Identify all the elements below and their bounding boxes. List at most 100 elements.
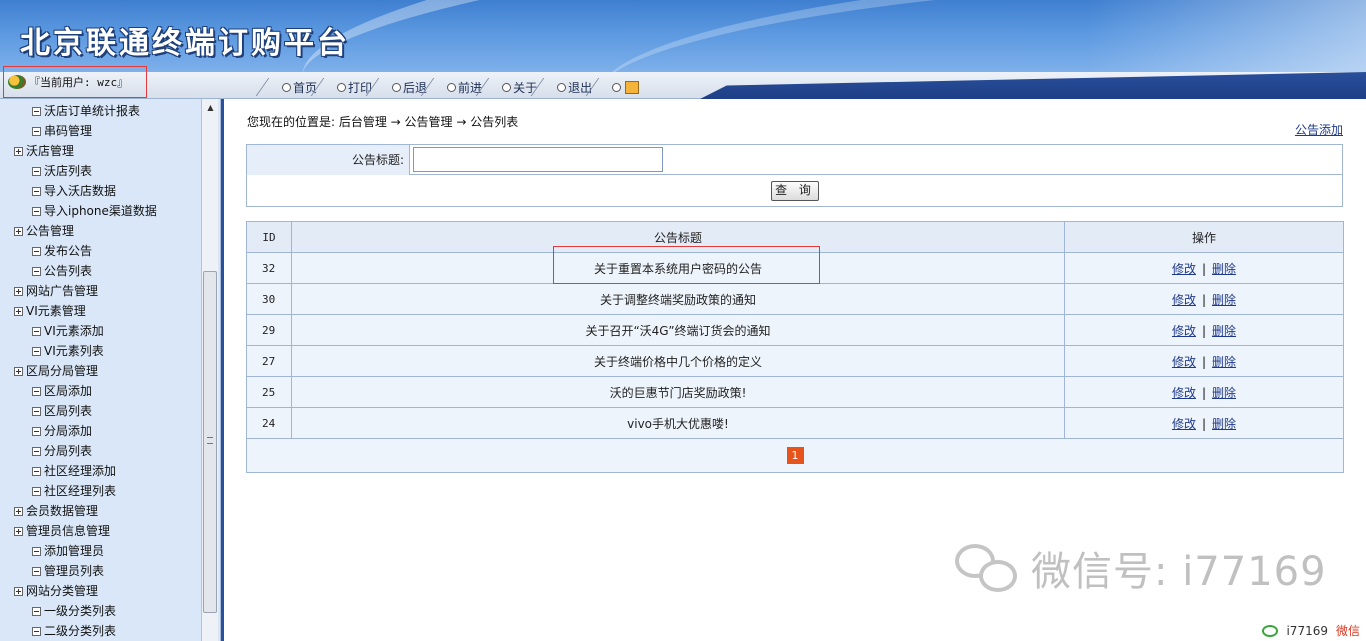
search-panel: 公告标题: 查 询	[246, 144, 1343, 207]
edit-link[interactable]: 修改	[1172, 262, 1196, 276]
sidebar-item[interactable]: 沃店管理	[0, 141, 201, 161]
add-notice-link[interactable]: 公告添加	[1295, 121, 1343, 138]
sidebar-item[interactable]: 社区经理添加	[0, 461, 201, 481]
site-header: 北京联通终端订购平台	[0, 0, 1366, 72]
notice-title: 关于终端价格中几个价格的定义	[291, 345, 1065, 377]
notice-operations: 修改 | 删除	[1064, 345, 1344, 377]
notice-operations: 修改 | 删除	[1064, 283, 1344, 315]
expand-plus-icon	[14, 146, 23, 156]
edit-link[interactable]: 修改	[1172, 324, 1196, 338]
delete-link[interactable]: 删除	[1212, 324, 1236, 338]
delete-link[interactable]: 删除	[1212, 293, 1236, 307]
sidebar-item-label: 公告列表	[44, 264, 93, 278]
sidebar-item[interactable]: 添加管理员	[0, 541, 201, 561]
expand-plus-icon	[14, 506, 23, 516]
sidebar-item[interactable]: 沃店订单统计报表	[0, 101, 201, 121]
sidebar-item[interactable]: 导入iphone渠道数据	[0, 201, 201, 221]
sidebar-item[interactable]: 发布公告	[0, 241, 201, 261]
notice-id: 27	[246, 345, 292, 377]
sidebar-item[interactable]: 管理员列表	[0, 561, 201, 581]
tree-leaf-icon	[32, 346, 41, 356]
expand-plus-icon	[14, 286, 23, 296]
nav-extra[interactable]	[600, 77, 647, 97]
tree-leaf-icon	[32, 206, 41, 216]
sidebar-item-label: 区局分局管理	[26, 364, 99, 378]
current-user-label: 『当前用户: wzc』	[29, 76, 129, 89]
sidebar-item[interactable]: VI元素列表	[0, 341, 201, 361]
sidebar-item[interactable]: 区局添加	[0, 381, 201, 401]
user-avatar-icon	[8, 75, 26, 89]
sidebar-item[interactable]: 社区经理列表	[0, 481, 201, 501]
tree-leaf-icon	[32, 326, 41, 336]
sidebar-item-label: 区局列表	[44, 404, 93, 418]
sidebar-item-label: 网站广告管理	[26, 284, 99, 298]
edit-link[interactable]: 修改	[1172, 386, 1196, 400]
expand-plus-icon	[14, 226, 23, 236]
sidebar-item[interactable]: 公告列表	[0, 261, 201, 281]
wechat-small-icon	[1262, 624, 1279, 637]
sidebar-item[interactable]: 网站广告管理	[0, 281, 201, 301]
search-title-input[interactable]	[413, 147, 663, 172]
tree-leaf-icon	[32, 486, 41, 496]
scroll-up-arrow-icon[interactable]: ▲	[202, 99, 219, 116]
pager-row: 1	[246, 438, 1344, 473]
watermark-footer: i77169 微信	[1262, 622, 1360, 639]
page-number-current[interactable]: 1	[786, 447, 804, 464]
column-header-id: ID	[246, 221, 292, 253]
sidebar-item[interactable]: 二级分类列表	[0, 621, 201, 641]
tree-leaf-icon	[32, 546, 41, 556]
sidebar-item[interactable]: 管理员信息管理	[0, 521, 201, 541]
circle-icon	[447, 82, 457, 92]
notice-id: 29	[246, 314, 292, 346]
frame-divider[interactable]	[221, 99, 224, 641]
sidebar-item[interactable]: 导入沃店数据	[0, 181, 201, 201]
current-user-box: 『当前用户: wzc』	[3, 66, 147, 98]
separator: |	[1201, 354, 1207, 369]
sidebar-item[interactable]: 网站分类管理	[0, 581, 201, 601]
watermark-brand: 微信	[1335, 624, 1360, 638]
separator: |	[1201, 261, 1207, 276]
delete-link[interactable]: 删除	[1212, 355, 1236, 369]
sidebar-item[interactable]: 沃店列表	[0, 161, 201, 181]
sidebar-item-label: 发布公告	[44, 244, 93, 258]
search-label: 公告标题:	[247, 145, 410, 175]
sidebar-item[interactable]: 会员数据管理	[0, 501, 201, 521]
sidebar-scrollbar[interactable]: ▲	[201, 99, 218, 641]
sidebar-item[interactable]: 区局列表	[0, 401, 201, 421]
notice-operations: 修改 | 删除	[1064, 407, 1344, 439]
edit-link[interactable]: 修改	[1172, 417, 1196, 431]
sidebar-item[interactable]: 分局列表	[0, 441, 201, 461]
sidebar-item-label: 管理员信息管理	[26, 524, 111, 538]
sidebar-item[interactable]: 公告管理	[0, 221, 201, 241]
sidebar-item[interactable]: 分局添加	[0, 421, 201, 441]
tree-leaf-icon	[32, 406, 41, 416]
tree-leaf-icon	[32, 606, 41, 616]
search-button[interactable]: 查 询	[771, 181, 819, 201]
sidebar-item[interactable]: VI元素管理	[0, 301, 201, 321]
sidebar-tree: 沃店订单统计报表 串码管理 沃店管理 沃店列表 导入沃店数据 导入iphone渠道数据 公告…	[0, 99, 201, 641]
notice-title: 关于调整终端奖励政策的通知	[291, 283, 1065, 315]
delete-link[interactable]: 删除	[1212, 262, 1236, 276]
column-header-operation: 操作	[1064, 221, 1344, 253]
sidebar-item-label: 导入iphone渠道数据	[44, 204, 157, 218]
notice-operations: 修改 | 删除	[1064, 252, 1344, 284]
sidebar-item-label: 添加管理员	[44, 544, 105, 558]
circle-icon	[337, 82, 347, 92]
delete-link[interactable]: 删除	[1212, 417, 1236, 431]
sidebar-item-label: 社区经理添加	[44, 464, 117, 478]
edit-link[interactable]: 修改	[1172, 355, 1196, 369]
edit-link[interactable]: 修改	[1172, 293, 1196, 307]
tree-leaf-icon	[32, 446, 41, 456]
circle-icon	[392, 82, 402, 92]
scroll-thumb[interactable]	[203, 271, 217, 613]
tree-leaf-icon	[32, 106, 41, 116]
sidebar-item-label: 分局添加	[44, 424, 93, 438]
sidebar-item[interactable]: VI元素添加	[0, 321, 201, 341]
sidebar-item[interactable]: 区局分局管理	[0, 361, 201, 381]
sidebar-item[interactable]: 一级分类列表	[0, 601, 201, 621]
tree-leaf-icon	[32, 626, 41, 636]
tree-leaf-icon	[32, 166, 41, 176]
sidebar-item[interactable]: 串码管理	[0, 121, 201, 141]
sidebar-item-label: 串码管理	[44, 124, 93, 138]
delete-link[interactable]: 删除	[1212, 386, 1236, 400]
